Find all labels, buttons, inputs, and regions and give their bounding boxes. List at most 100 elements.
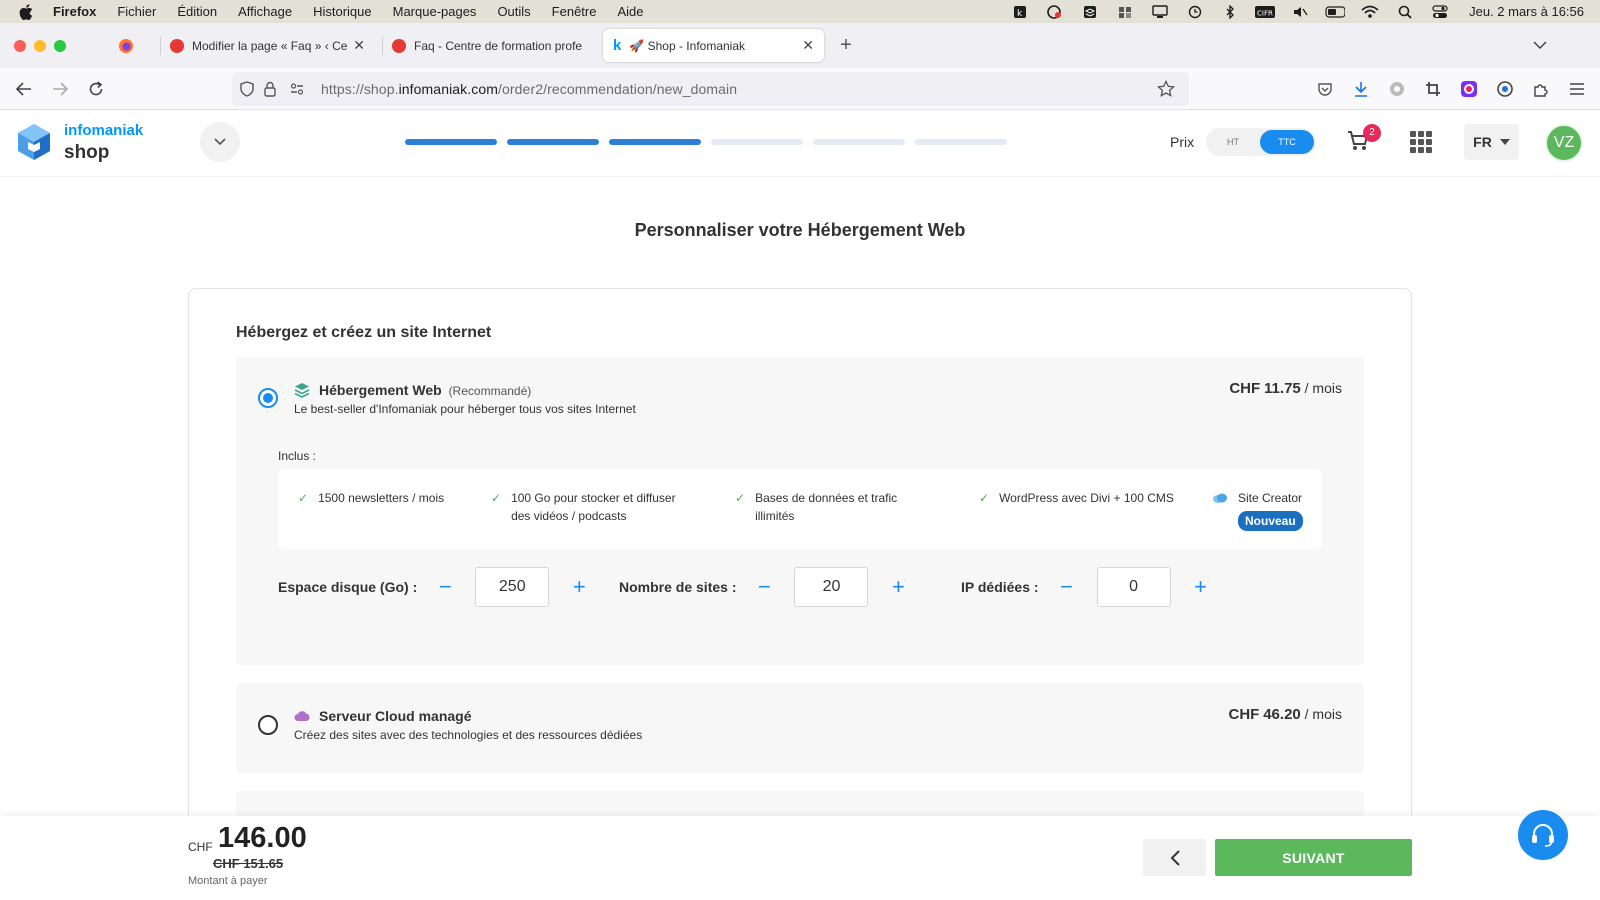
display-icon[interactable] xyxy=(1150,4,1170,19)
option-price: CHF 11.75 / mois xyxy=(1229,380,1342,397)
menu-historique[interactable]: Historique xyxy=(313,4,372,19)
tracking-shield-icon[interactable] xyxy=(240,81,254,102)
new-badge: Nouveau xyxy=(1238,511,1303,531)
menu-fichier[interactable]: Fichier xyxy=(117,4,156,19)
mute-icon[interactable] xyxy=(1290,5,1310,19)
progress-step xyxy=(405,139,497,145)
record-icon[interactable] xyxy=(1045,4,1065,19)
pocket-icon[interactable] xyxy=(1314,78,1336,100)
cart-button[interactable]: 2 xyxy=(1347,124,1381,157)
total-currency: CHF xyxy=(188,840,213,854)
close-tab-icon[interactable]: ✕ xyxy=(802,37,814,54)
apps-grid-icon[interactable] xyxy=(1410,131,1432,153)
increase-sites-button[interactable]: + xyxy=(888,576,908,598)
decrease-disk-space-button[interactable]: − xyxy=(435,576,455,598)
apple-icon[interactable] xyxy=(19,3,37,20)
layers-app-icon[interactable] xyxy=(1080,5,1100,19)
toggle-ttc-option[interactable]: TTC xyxy=(1260,130,1314,154)
time-machine-icon[interactable] xyxy=(1185,5,1205,19)
color-picker-extension-icon[interactable] xyxy=(1458,78,1480,100)
window-controls xyxy=(14,40,66,52)
progress-steps xyxy=(405,139,1007,145)
option-name: Serveur Cloud managé xyxy=(319,708,472,724)
increase-disk-space-button[interactable]: + xyxy=(569,576,589,598)
menu-edition[interactable]: Édition xyxy=(177,4,217,19)
language-code: FR xyxy=(1473,134,1492,150)
control-center-icon[interactable] xyxy=(1430,4,1450,19)
option-hebergement-web[interactable]: Hébergement Web (Recommandé) Le best-sel… xyxy=(236,357,1364,665)
language-selector[interactable]: FR xyxy=(1464,124,1519,160)
tab-firefox-view[interactable] xyxy=(108,29,152,62)
extensions-puzzle-icon[interactable] xyxy=(1530,78,1552,100)
radio-hebergement-web[interactable] xyxy=(258,388,278,408)
tab-faq[interactable]: Faq - Centre de formation profe xyxy=(382,29,597,62)
address-bar[interactable]: https://shop.infomaniak.com/order2/recom… xyxy=(232,72,1189,106)
wifi-icon[interactable] xyxy=(1360,5,1380,19)
ht-ttc-toggle[interactable]: HT TTC xyxy=(1206,128,1316,156)
lock-icon[interactable] xyxy=(264,81,276,102)
bluetooth-icon[interactable] xyxy=(1220,4,1240,19)
cart-count-badge: 2 xyxy=(1363,124,1381,142)
url-text[interactable]: https://shop.infomaniak.com/order2/recom… xyxy=(321,81,737,97)
crop-screenshot-icon[interactable] xyxy=(1422,78,1444,100)
zoom-window-button[interactable] xyxy=(54,40,66,52)
menu-firefox[interactable]: Firefox xyxy=(53,4,96,19)
sites-count-stepper: Nombre de sites : − 20 + xyxy=(619,567,908,607)
decrease-ip-button[interactable]: − xyxy=(1057,576,1077,598)
close-tab-icon[interactable]: ✕ xyxy=(353,37,365,54)
puzzle-icon[interactable] xyxy=(1115,5,1135,19)
bookmark-star-icon[interactable] xyxy=(1156,79,1176,103)
sites-count-input[interactable]: 20 xyxy=(794,567,869,607)
infomaniak-shop-logo[interactable]: infomaniak shop xyxy=(16,122,143,162)
next-button[interactable]: SUIVANT xyxy=(1215,839,1412,876)
faq-favicon-icon xyxy=(392,38,406,53)
user-avatar[interactable]: VZ xyxy=(1545,124,1583,162)
toggle-ht-option[interactable]: HT xyxy=(1206,130,1260,154)
extension-gear-icon[interactable] xyxy=(1386,78,1408,100)
menu-clock[interactable]: Jeu. 2 mars à 16:56 xyxy=(1469,4,1584,19)
previous-button[interactable] xyxy=(1143,839,1206,876)
permissions-icon[interactable] xyxy=(290,82,304,101)
list-all-tabs-chevron-icon[interactable] xyxy=(1529,34,1551,56)
increase-ip-button[interactable]: + xyxy=(1191,576,1211,598)
keyboard-k-icon[interactable]: k xyxy=(1010,5,1030,19)
downloads-icon[interactable] xyxy=(1350,78,1372,100)
menu-fenetre[interactable]: Fenêtre xyxy=(552,4,597,19)
chevron-down-icon xyxy=(214,138,226,146)
section-title: Hébergez et créez un site Internet xyxy=(236,324,492,341)
minimize-window-button[interactable] xyxy=(34,40,46,52)
browser-nav-bar: https://shop.infomaniak.com/order2/recom… xyxy=(0,68,1600,110)
menu-aide[interactable]: Aide xyxy=(617,4,643,19)
spotlight-search-icon[interactable] xyxy=(1395,5,1415,19)
progress-step xyxy=(507,139,599,145)
sites-count-label: Nombre de sites : xyxy=(619,579,737,595)
new-tab-plus-icon[interactable]: + xyxy=(835,34,857,56)
battery-icon[interactable] xyxy=(1325,5,1346,19)
option-description: Créez des sites avec des technologies et… xyxy=(294,728,643,742)
accessibility-extension-icon[interactable] xyxy=(1494,78,1516,100)
tab-shop-infomaniak[interactable]: k 🚀 Shop - Infomaniak ✕ xyxy=(603,29,824,62)
tab-modifier-page[interactable]: Modifier la page « Faq » ‹ Centr ✕ xyxy=(160,29,375,62)
menu-affichage[interactable]: Affichage xyxy=(238,4,292,19)
macos-menu-bar: Firefox Fichier Édition Affichage Histor… xyxy=(0,0,1600,23)
back-arrow-icon[interactable] xyxy=(13,78,35,100)
disk-space-input[interactable]: 250 xyxy=(475,567,550,607)
cifr-app-icon[interactable]: CIFR xyxy=(1255,5,1276,19)
support-chat-button[interactable] xyxy=(1518,810,1568,860)
reload-icon[interactable] xyxy=(85,78,107,100)
menu-outils[interactable]: Outils xyxy=(497,4,530,19)
app-menu-hamburger-icon[interactable] xyxy=(1566,78,1588,100)
close-window-button[interactable] xyxy=(14,40,26,52)
radio-serveur-cloud[interactable] xyxy=(258,715,278,735)
forward-arrow-icon[interactable] xyxy=(49,78,71,100)
product-menu-button[interactable] xyxy=(200,122,240,162)
option-serveur-cloud[interactable]: Serveur Cloud managé Créez des sites ave… xyxy=(236,683,1364,773)
check-icon: ✓ xyxy=(491,491,502,505)
browser-tab-bar: Modifier la page « Faq » ‹ Centr ✕ Faq -… xyxy=(0,23,1600,68)
site-creator-cloud-icon xyxy=(1212,491,1228,531)
dedicated-ip-input[interactable]: 0 xyxy=(1096,567,1171,607)
decrease-sites-button[interactable]: − xyxy=(754,576,774,598)
shop-page: infomaniak shop Prix HT TTC 2 FR VZ Pers… xyxy=(0,110,1600,900)
menu-marque-pages[interactable]: Marque-pages xyxy=(393,4,477,19)
total-amount: 146.00 xyxy=(218,822,307,854)
